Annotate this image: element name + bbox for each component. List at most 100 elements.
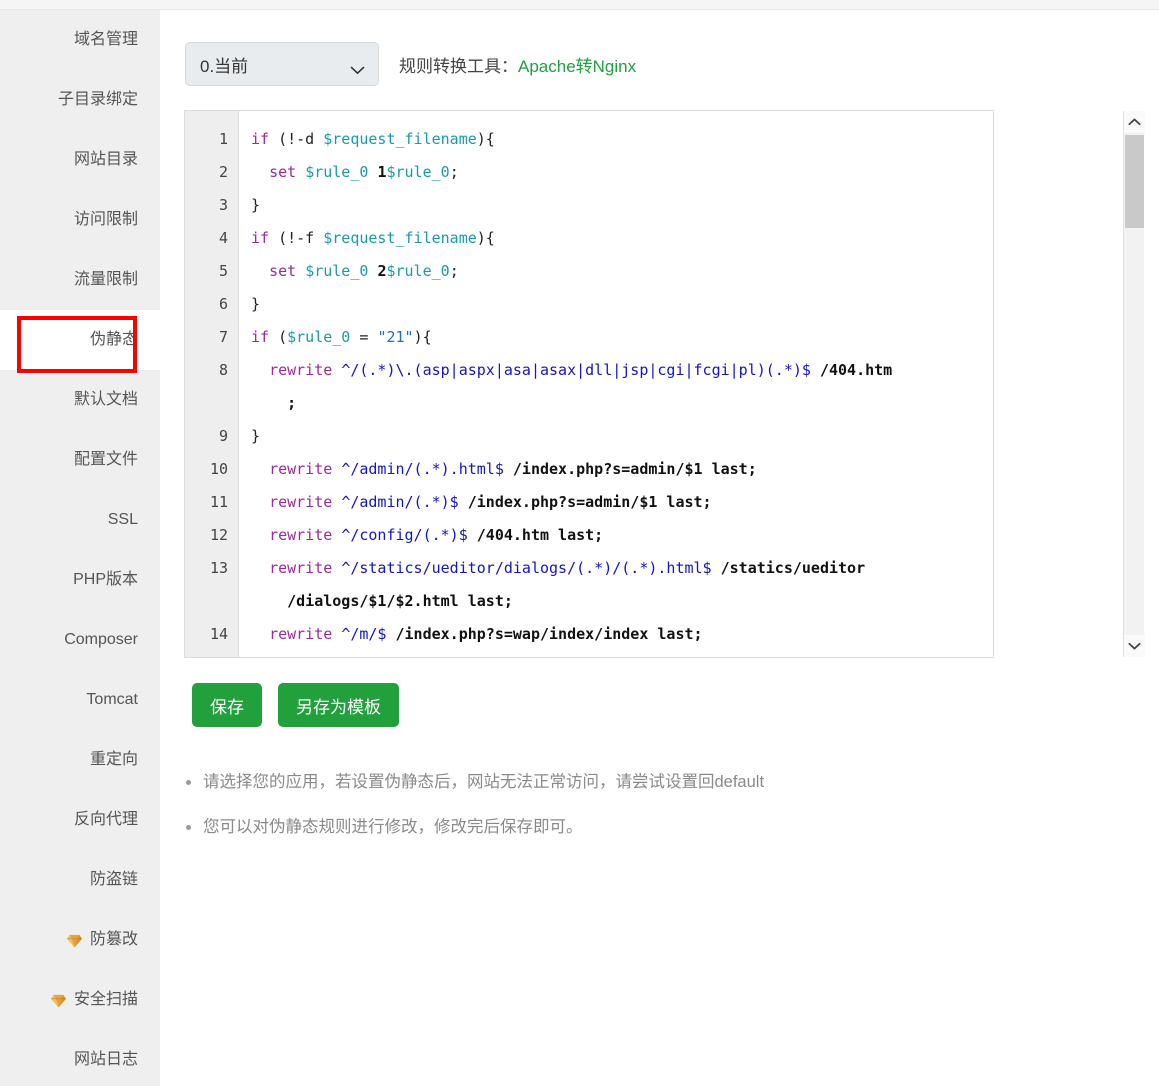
sidebar-item-1[interactable]: 子目录绑定 bbox=[0, 70, 160, 130]
sidebar-item-0[interactable]: 域名管理 bbox=[0, 10, 160, 70]
sidebar-item-label: Tomcat bbox=[86, 691, 138, 708]
save-as-template-button[interactable]: 另存为模板 bbox=[278, 683, 399, 727]
scrollbar-thumb[interactable] bbox=[1125, 135, 1144, 228]
code-line[interactable]: rewrite ^/statics/ueditor/dialogs/(.*)/(… bbox=[251, 552, 985, 585]
sidebar-item-9[interactable]: PHP版本 bbox=[0, 550, 160, 610]
code-line[interactable]: rewrite ^/admin/(.*)$ /index.php?s=admin… bbox=[251, 486, 985, 519]
line-number: 3 bbox=[218, 196, 228, 214]
code-line[interactable]: } bbox=[251, 189, 985, 222]
sidebar-item-label: SSL bbox=[107, 511, 138, 528]
bullet-icon bbox=[186, 780, 191, 785]
code-token: ( bbox=[269, 328, 288, 346]
editor-code-area[interactable]: if (!-d $request_filename){ set $rule_0 … bbox=[239, 111, 993, 657]
sidebar-item-label: 伪静态 bbox=[89, 331, 138, 348]
code-token: ){ bbox=[476, 229, 495, 247]
code-token: ^/admin/(.*)$ bbox=[341, 493, 459, 511]
code-token: /statics/ueditor bbox=[720, 559, 866, 577]
code-line[interactable]: if ($rule_0 = "21"){ bbox=[251, 321, 985, 354]
help-note: 您可以对伪静态规则进行修改，修改完后保存即可。 bbox=[186, 815, 1086, 840]
sidebar-item-15[interactable]: 防篡改 bbox=[0, 910, 160, 970]
code-token: ^/statics/ueditor/dialogs/(.*)/(.*).html… bbox=[341, 559, 712, 577]
code-token: (!-d bbox=[269, 130, 324, 148]
code-token: ^/(.*)\.(asp|aspx|asa|asax|dll|jsp|cgi|f… bbox=[341, 361, 811, 379]
code-token: rewrite bbox=[269, 559, 333, 577]
code-line[interactable]: set $rule_0 1$rule_0; bbox=[251, 156, 985, 189]
sidebar-item-label: 访问限制 bbox=[73, 211, 138, 228]
line-number: 7 bbox=[218, 328, 228, 346]
sidebar-item-label: 流量限制 bbox=[73, 271, 138, 288]
editor-line-number-gutter: 1 2 3 4 5 6 7 8 9 10 11 12 13 14 bbox=[185, 111, 239, 657]
code-line[interactable]: set $rule_0 2$rule_0; bbox=[251, 255, 985, 288]
code-token: $rule_0 bbox=[287, 328, 351, 346]
code-token: } bbox=[251, 295, 261, 313]
code-token: /404.htm bbox=[819, 361, 893, 379]
save-button[interactable]: 保存 bbox=[192, 683, 262, 727]
code-line[interactable]: /dialogs/$1/$2.html last; bbox=[251, 585, 985, 618]
sidebar-item-17[interactable]: 网站日志 bbox=[0, 1030, 160, 1086]
sidebar-item-4[interactable]: 流量限制 bbox=[0, 250, 160, 310]
converter-label: 规则转换工具： bbox=[399, 56, 518, 76]
code-line[interactable]: if (!-d $request_filename){ bbox=[251, 123, 985, 156]
sidebar-item-6[interactable]: 默认文档 bbox=[0, 370, 160, 430]
code-token: ^/config/(.*)$ bbox=[341, 526, 468, 544]
sidebar-item-2[interactable]: 网站目录 bbox=[0, 130, 160, 190]
code-line[interactable]: ; bbox=[251, 387, 985, 420]
code-line[interactable]: } bbox=[251, 420, 985, 453]
code-line[interactable]: rewrite ^/(.*)\.(asp|aspx|asa|asax|dll|j… bbox=[251, 354, 985, 387]
code-line[interactable]: if (!-f $request_filename){ bbox=[251, 222, 985, 255]
scroll-down-button[interactable] bbox=[1124, 635, 1145, 657]
code-token: ){ bbox=[476, 130, 495, 148]
line-number: 14 bbox=[209, 625, 228, 643]
code-token: rewrite bbox=[269, 460, 333, 478]
sidebar-item-14[interactable]: 防盗链 bbox=[0, 850, 160, 910]
code-line[interactable]: rewrite ^/m/$ /index.php?s=wap/index/ind… bbox=[251, 618, 985, 651]
code-token: (!-f bbox=[269, 229, 324, 247]
rule-template-select[interactable]: 0.当前 bbox=[185, 42, 379, 86]
line-number: 12 bbox=[209, 526, 228, 544]
code-token: if bbox=[251, 130, 270, 148]
code-token: rewrite bbox=[269, 361, 333, 379]
line-number: 8 bbox=[218, 361, 228, 379]
editor-scrollbar[interactable] bbox=[1123, 111, 1145, 657]
line-number: 6 bbox=[218, 295, 228, 313]
scroll-up-button[interactable] bbox=[1124, 111, 1145, 133]
rewrite-rules-editor[interactable]: 1 2 3 4 5 6 7 8 9 10 11 12 13 14 if (!-d $request_fil… bbox=[184, 110, 994, 658]
sidebar-item-11[interactable]: Tomcat bbox=[0, 670, 160, 730]
sidebar-item-7[interactable]: 配置文件 bbox=[0, 430, 160, 490]
sidebar-item-8[interactable]: SSL bbox=[0, 490, 160, 550]
sidebar-item-13[interactable]: 反向代理 bbox=[0, 790, 160, 850]
code-token: ; bbox=[251, 394, 297, 412]
apache-to-nginx-link[interactable]: Apache转Nginx bbox=[518, 57, 636, 76]
sidebar-item-12[interactable]: 重定向 bbox=[0, 730, 160, 790]
code-line[interactable]: } bbox=[251, 288, 985, 321]
code-token: if bbox=[251, 328, 270, 346]
help-note-text: 您可以对伪静态规则进行修改，修改完后保存即可。 bbox=[203, 817, 583, 836]
code-line[interactable]: rewrite ^/config/(.*)$ /404.htm last; bbox=[251, 519, 985, 552]
help-note-text: 请选择您的应用，若设置伪静态后，网站无法正常访问，请尝试设置回default bbox=[203, 773, 765, 791]
sidebar-item-3[interactable]: 访问限制 bbox=[0, 190, 160, 250]
code-token: set bbox=[269, 262, 297, 280]
main-content: 0.当前 规则转换工具：Apache转Nginx 1 2 3 4 5 6 7 8 9 10 11 12… bbox=[160, 10, 1159, 1086]
sidebar-item-10[interactable]: Composer bbox=[0, 610, 160, 670]
converter-label-wrap: 规则转换工具：Apache转Nginx bbox=[399, 52, 636, 77]
code-token: ^/admin/(.*).html$ bbox=[341, 460, 504, 478]
line-number: 1 bbox=[218, 130, 228, 148]
code-line[interactable]: rewrite ^/admin/(.*).html$ /index.php?s=… bbox=[251, 453, 985, 486]
sidebar-item-5[interactable]: 伪静态 bbox=[0, 310, 160, 370]
code-token: /404.htm last; bbox=[476, 526, 604, 544]
sidebar-item-16[interactable]: 安全扫描 bbox=[0, 970, 160, 1030]
